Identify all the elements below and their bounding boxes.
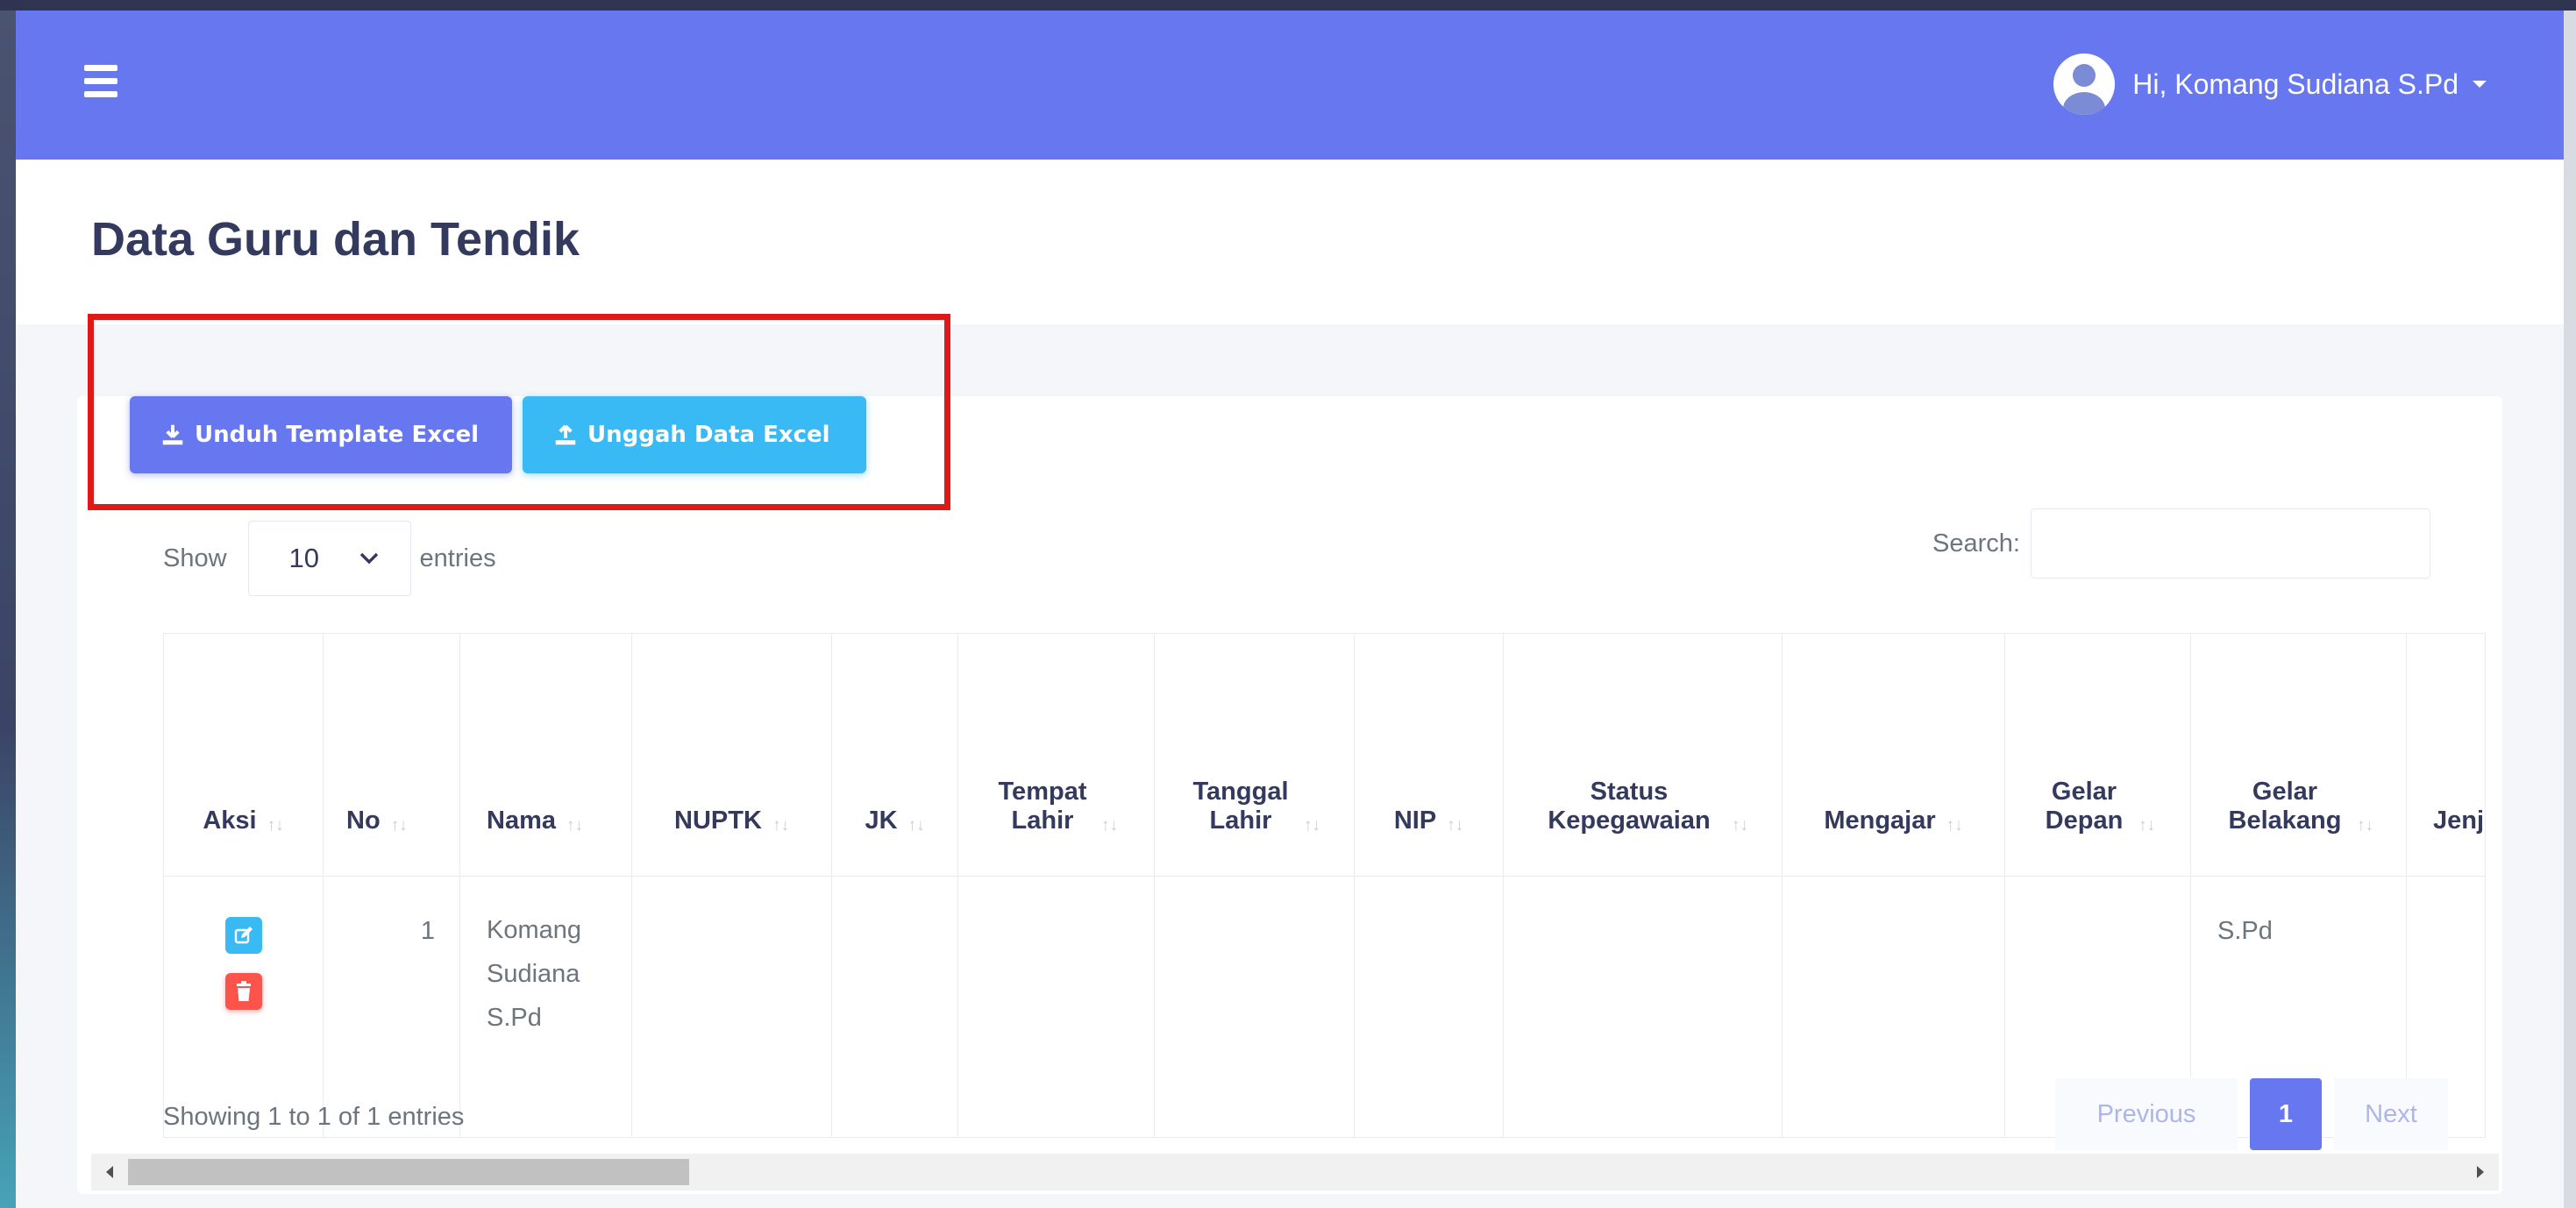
column-header-label: Gelar Belakang xyxy=(2228,778,2342,835)
cell-status-kepegawaian xyxy=(1503,876,1783,1138)
column-header-jenjang[interactable]: Jenj xyxy=(2406,633,2486,877)
sort-icon: ↑↓ xyxy=(566,816,583,835)
column-header-label: NIP xyxy=(1393,807,1437,835)
sort-icon: ↑↓ xyxy=(1732,816,1748,835)
cell-mengajar xyxy=(1782,876,2005,1138)
chevron-down-icon xyxy=(359,552,379,565)
sort-icon: ↑↓ xyxy=(907,816,925,835)
column-header-label: Tanggal Lahir xyxy=(1192,778,1289,835)
table-header-row: Aksi ↑↓ No ↑↓ Nama ↑↓ NUPTK ↑↓ JK ↑↓ Tempat L… xyxy=(163,633,2486,877)
user-dropdown[interactable]: Hi, Komang Sudiana S.Pd xyxy=(2053,49,2487,119)
column-header-label: Mengajar xyxy=(1824,807,1936,835)
sort-icon: ↑↓ xyxy=(1304,816,1320,835)
column-header-tanggal-lahir[interactable]: Tanggal Lahir ↑↓ xyxy=(1154,633,1355,877)
table-info: Showing 1 to 1 of 1 entries xyxy=(163,1103,465,1131)
trash-icon xyxy=(236,981,251,1001)
search-label: Search: xyxy=(1932,529,2020,558)
user-greeting: Hi, Komang Sudiana S.Pd xyxy=(2132,68,2459,100)
column-header-nip[interactable]: NIP ↑↓ xyxy=(1354,633,1504,877)
cell-aksi xyxy=(163,876,324,1138)
sort-icon: ↑↓ xyxy=(2357,816,2373,835)
desktop-backdrop-left xyxy=(0,11,16,1208)
column-header-nama[interactable]: Nama ↑↓ xyxy=(459,633,632,877)
caret-down-icon xyxy=(2473,81,2487,88)
entries-label: entries xyxy=(419,544,496,572)
show-label: Show xyxy=(163,544,227,572)
search-control: Search: xyxy=(1932,508,2430,579)
cell-nuptk xyxy=(631,876,832,1138)
page-1-button[interactable]: 1 xyxy=(2250,1078,2322,1150)
column-header-label: Tempat Lahir xyxy=(998,778,1087,835)
column-header-label: Status Kepegawaian xyxy=(1548,778,1711,835)
highlight-annotation-box xyxy=(88,314,950,510)
column-header-label: Jenj xyxy=(2433,807,2485,835)
edit-button[interactable] xyxy=(224,917,262,954)
pagination: Previous 1 Next xyxy=(2055,1078,2448,1150)
cell-no: 1 xyxy=(323,876,460,1138)
sort-icon: ↑↓ xyxy=(267,816,284,835)
cell-jk xyxy=(831,876,958,1138)
desktop-backdrop-top xyxy=(0,0,2576,11)
column-header-label: NUPTK xyxy=(674,807,762,835)
horizontal-scrollbar[interactable] xyxy=(91,1154,2499,1190)
column-header-aksi[interactable]: Aksi ↑↓ xyxy=(163,633,324,877)
entries-select-value: 10 xyxy=(288,543,320,573)
window-scrollbar-track[interactable] xyxy=(2564,11,2576,1208)
previous-page-button[interactable]: Previous xyxy=(2055,1078,2238,1150)
column-header-status-kepegawaian[interactable]: Status Kepegawaian ↑↓ xyxy=(1503,633,1783,877)
hamburger-menu-icon[interactable] xyxy=(84,65,117,102)
scroll-right-arrow-icon[interactable] xyxy=(2462,1154,2499,1190)
horizontal-scrollbar-thumb[interactable] xyxy=(128,1159,689,1185)
search-input[interactable] xyxy=(2031,508,2430,579)
column-header-mengajar[interactable]: Mengajar ↑↓ xyxy=(1782,633,2005,877)
app-window: Hi, Komang Sudiana S.Pd Data Guru dan Te… xyxy=(16,11,2564,1208)
column-header-gelar-depan[interactable]: Gelar Depan ↑↓ xyxy=(2004,633,2191,877)
cell-nip xyxy=(1354,876,1504,1138)
sort-icon: ↑↓ xyxy=(1447,816,1464,835)
user-avatar-icon xyxy=(2053,53,2116,115)
edit-icon xyxy=(234,927,253,944)
column-header-label: No xyxy=(346,807,381,835)
column-header-label: Nama xyxy=(487,807,556,835)
sort-icon: ↑↓ xyxy=(772,816,789,835)
sort-icon: ↑↓ xyxy=(390,816,408,835)
delete-button[interactable] xyxy=(224,973,262,1010)
data-table: Aksi ↑↓ No ↑↓ Nama ↑↓ NUPTK ↑↓ JK ↑↓ Tempat L… xyxy=(163,633,2486,1138)
scroll-left-arrow-icon[interactable] xyxy=(91,1154,128,1190)
table-clip-edge xyxy=(2487,624,2502,1080)
sort-icon: ↑↓ xyxy=(1946,816,1963,835)
column-header-label: JK xyxy=(865,807,898,835)
next-page-button[interactable]: Next xyxy=(2334,1078,2448,1150)
column-header-gelar-belakang[interactable]: Gelar Belakang ↑↓ xyxy=(2190,633,2407,877)
cell-nama: Komang Sudiana S.Pd xyxy=(459,876,632,1138)
column-header-label: Aksi xyxy=(203,807,257,835)
column-header-label: Gelar Depan xyxy=(2045,778,2124,835)
sort-icon: ↑↓ xyxy=(1101,816,1118,835)
cell-tanggal-lahir xyxy=(1154,876,1355,1138)
column-header-no[interactable]: No ↑↓ xyxy=(323,633,460,877)
sort-icon: ↑↓ xyxy=(2138,816,2155,835)
entries-select[interactable]: 10 xyxy=(247,521,411,596)
cell-tempat-lahir xyxy=(957,876,1155,1138)
navbar: Hi, Komang Sudiana S.Pd xyxy=(16,11,2564,160)
page-title: Data Guru dan Tendik xyxy=(91,213,580,266)
entries-length-control: Show 10 entries xyxy=(163,521,496,596)
column-header-jk[interactable]: JK ↑↓ xyxy=(831,633,958,877)
column-header-nuptk[interactable]: NUPTK ↑↓ xyxy=(631,633,832,877)
column-header-tempat-lahir[interactable]: Tempat Lahir ↑↓ xyxy=(957,633,1155,877)
